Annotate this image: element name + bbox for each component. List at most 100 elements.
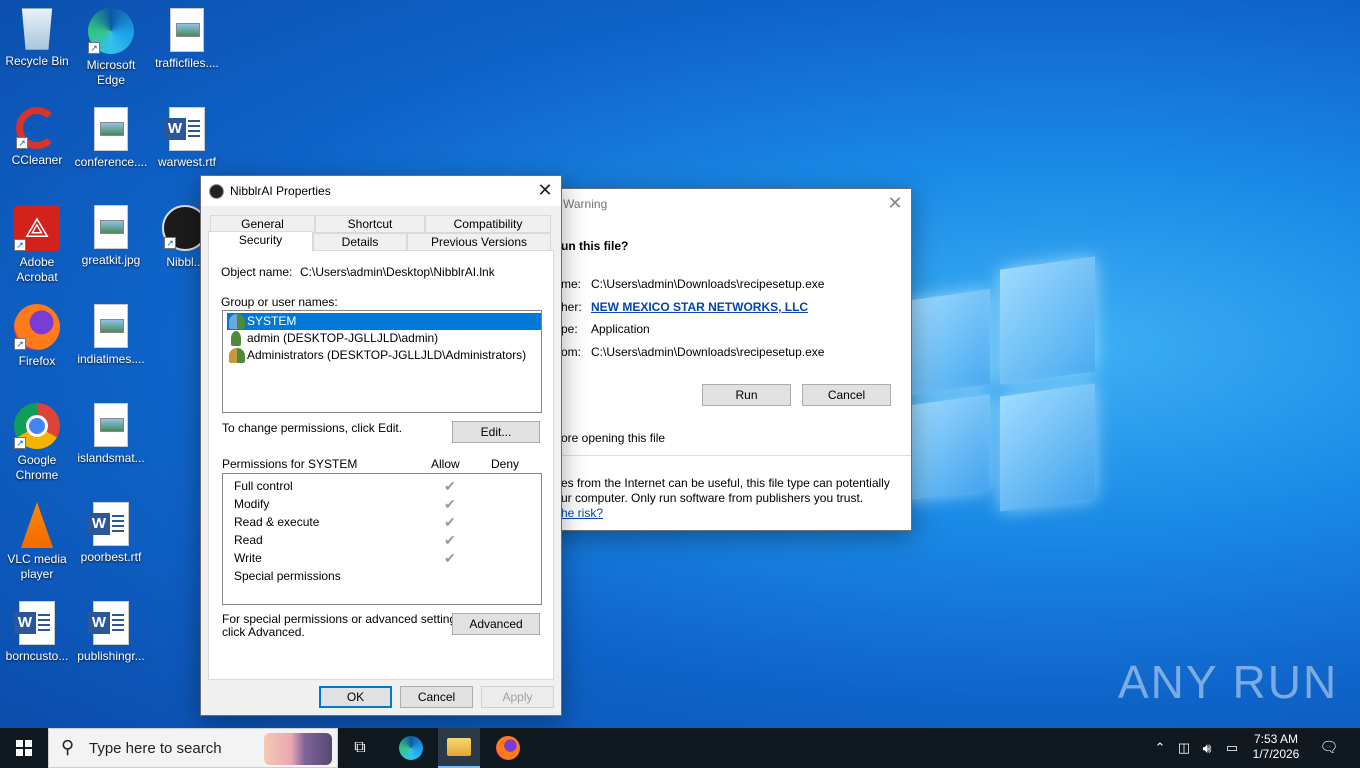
permission-row: Read ✔	[234, 531, 456, 549]
taskbar: ⚲ Type here to search ⧉ ⌃ ◫ 🔊︎ ▭ 7:53 AM…	[0, 728, 1360, 768]
desktop-icon-label: greatkit.jpg	[81, 253, 141, 267]
desktop-icon-borncusto[interactable]: W borncusto...	[0, 601, 74, 664]
clock-date: 1/7/2026	[1252, 747, 1300, 761]
checkmark-icon: ✔	[444, 478, 456, 494]
ccleaner-icon: ↗	[16, 107, 58, 149]
user-name: Administrators (DESKTOP-JGLLJLD\Administ…	[247, 348, 527, 362]
dialog-title: Warning	[563, 197, 608, 211]
chevron-up-icon[interactable]: ⌃	[1150, 728, 1170, 768]
desktop-icon-adobe-acrobat[interactable]: ⟁ ↗ Adobe Acrobat	[0, 205, 74, 285]
user-list[interactable]: SYSTEM admin (DESKTOP-JGLLJLD\admin) Adm…	[222, 310, 542, 413]
desktop-icon-conference[interactable]: conference....	[74, 107, 148, 170]
notification-icon[interactable]: 🗨︎	[1314, 728, 1344, 768]
tab-previous-versions[interactable]: Previous Versions	[407, 233, 551, 251]
desktop-icon-vlc[interactable]: VLC media player	[0, 502, 74, 582]
security-warning-dialog[interactable]: Warning ✕ un this file? me: C:\Users\adm…	[548, 188, 912, 531]
desktop-icon-publishingr[interactable]: W publishingr...	[74, 601, 148, 664]
user-row-admin[interactable]: admin (DESKTOP-JGLLJLD\admin)	[227, 330, 438, 347]
ok-button[interactable]: OK	[319, 686, 392, 708]
permission-name: Read & execute	[234, 515, 320, 529]
close-icon[interactable]: ✕	[879, 189, 911, 219]
name-label: me:	[561, 277, 582, 291]
cancel-button[interactable]: Cancel	[802, 384, 891, 406]
info-text-line2: ur computer. Only run software from publ…	[561, 491, 864, 505]
shortcut-arrow-icon: ↗	[14, 437, 26, 449]
desktop-icon-ccleaner[interactable]: ↗ CCleaner	[0, 107, 74, 168]
security-tab-panel: Object name: C:\Users\admin\Desktop\Nibb…	[208, 250, 554, 680]
taskbar-edge[interactable]	[390, 728, 432, 768]
tab-shortcut[interactable]: Shortcut	[315, 215, 425, 233]
risk-link[interactable]: he risk?	[561, 506, 603, 520]
properties-dialog[interactable]: NibblrAI Properties ✕ General Shortcut C…	[200, 175, 562, 716]
change-permissions-text: To change permissions, click Edit.	[222, 421, 403, 435]
desktop-icon-islandsmat[interactable]: islandsmat...	[74, 403, 148, 466]
security-warning-titlebar: Warning	[549, 189, 911, 219]
start-button[interactable]	[0, 728, 48, 768]
checkmark-icon: ✔	[444, 496, 456, 512]
advanced-button[interactable]: Advanced	[452, 613, 540, 635]
desktop-icon-recycle-bin[interactable]: Recycle Bin	[0, 8, 74, 69]
search-placeholder: Type here to search	[89, 740, 222, 757]
permissions-for-label: Permissions for SYSTEM	[222, 457, 358, 471]
image-file-icon	[170, 8, 204, 52]
shortcut-arrow-icon: ↗	[14, 338, 26, 350]
run-button[interactable]: Run	[702, 384, 791, 406]
tab-compatibility[interactable]: Compatibility	[425, 215, 551, 233]
warning-question: un this file?	[561, 239, 629, 253]
clock[interactable]: 7:53 AM 1/7/2026	[1246, 728, 1306, 768]
publisher-link[interactable]: NEW MEXICO STAR NETWORKS, LLC	[591, 300, 808, 314]
taskbar-file-explorer[interactable]	[438, 728, 480, 768]
windows-wallpaper-logo	[905, 255, 1095, 515]
shortcut-arrow-icon: ↗	[16, 137, 28, 149]
desktop-icon-warwest[interactable]: W warwest.rtf	[150, 107, 224, 170]
desktop-icon-trafficfiles[interactable]: trafficfiles....	[150, 8, 224, 71]
divider	[561, 455, 911, 456]
cancel-button[interactable]: Cancel	[400, 686, 473, 708]
desktop-icon-label: Firefox	[18, 354, 56, 368]
camera-icon[interactable]: ◫	[1174, 728, 1194, 768]
volume-icon[interactable]: 🔊︎	[1196, 728, 1218, 768]
taskbar-firefox[interactable]	[487, 728, 529, 768]
word-document-icon: W	[14, 601, 55, 645]
tab-details[interactable]: Details	[313, 233, 407, 251]
image-file-icon	[94, 304, 128, 348]
user-icon	[231, 331, 241, 346]
desktop-icon-label: warwest.rtf	[157, 155, 216, 169]
image-file-icon	[94, 205, 128, 249]
permission-name: Special permissions	[234, 569, 341, 583]
type-label: pe:	[561, 322, 578, 336]
desktop-icon-label: poorbest.rtf	[80, 550, 142, 564]
permission-row: Read & execute ✔	[234, 513, 456, 531]
apply-button: Apply	[481, 686, 554, 708]
desktop-icon-poorbest[interactable]: W poorbest.rtf	[74, 502, 148, 565]
permission-row: Special permissions	[234, 567, 341, 585]
desktop-icon-indiatimes[interactable]: indiatimes....	[74, 304, 148, 367]
desktop-icon-label: conference....	[74, 155, 148, 169]
checkmark-icon: ✔	[444, 550, 456, 566]
firefox-icon: ↗	[14, 304, 60, 350]
tab-security[interactable]: Security	[208, 231, 313, 252]
desktop-icon-firefox[interactable]: ↗ Firefox	[0, 304, 74, 369]
shortcut-arrow-icon: ↗	[164, 237, 176, 249]
close-icon[interactable]: ✕	[529, 176, 561, 206]
desktop-icon-chrome[interactable]: ↗ Google Chrome	[0, 403, 74, 483]
acrobat-icon: ⟁ ↗	[14, 205, 60, 251]
permission-name: Write	[234, 551, 262, 565]
edit-button[interactable]: Edit...	[452, 421, 540, 443]
name-value: C:\Users\admin\Downloads\recipesetup.exe	[591, 277, 825, 291]
desktop-icon-label: Nibbl...	[166, 255, 204, 269]
user-row-administrators[interactable]: Administrators (DESKTOP-JGLLJLD\Administ…	[227, 347, 526, 364]
desktop-icon-greatkit[interactable]: greatkit.jpg	[74, 205, 148, 268]
desktop-icon-label: Google Chrome	[15, 453, 59, 482]
desktop-icon-label: CCleaner	[11, 153, 63, 167]
always-ask-checkbox-label[interactable]: ore opening this file	[561, 431, 665, 445]
advanced-text: For special permissions or advanced sett…	[222, 613, 465, 639]
user-row-system[interactable]: SYSTEM	[227, 313, 541, 330]
from-value: C:\Users\admin\Downloads\recipesetup.exe	[591, 345, 825, 359]
network-icon[interactable]: ▭	[1221, 728, 1243, 768]
taskbar-search-box[interactable]: ⚲ Type here to search	[48, 728, 338, 768]
image-file-icon	[94, 107, 128, 151]
permission-name: Read	[234, 533, 263, 547]
task-view-icon[interactable]: ⧉	[340, 728, 380, 768]
desktop-icon-edge[interactable]: ↗ Microsoft Edge	[74, 8, 148, 88]
